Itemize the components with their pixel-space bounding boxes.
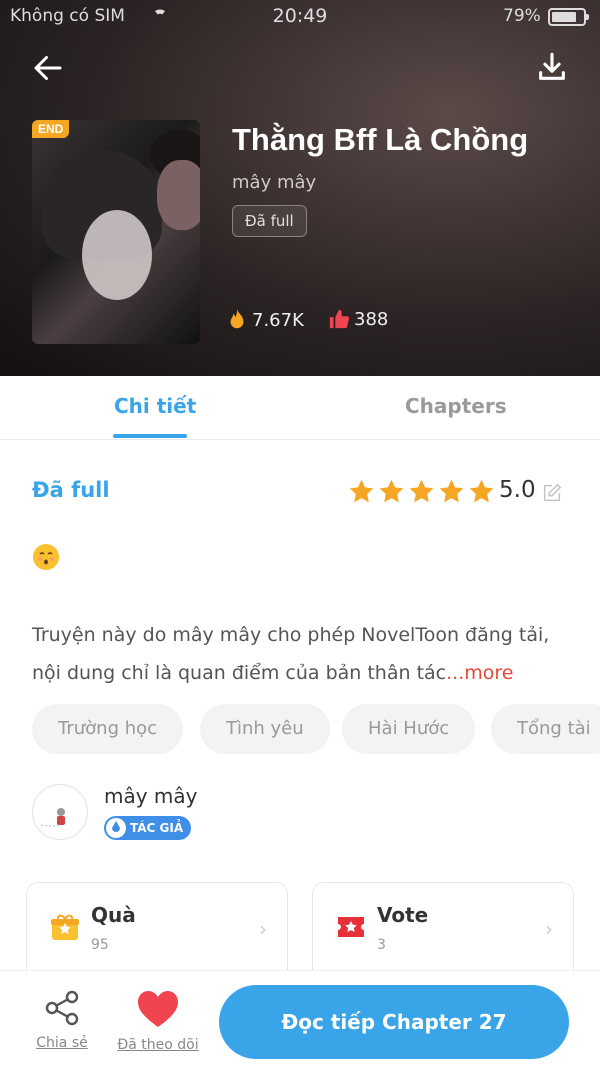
battery-percent: 79% — [503, 6, 541, 26]
gift-title: Quà — [91, 903, 136, 927]
share-label: Chia sẻ — [36, 1035, 88, 1051]
vote-count: 3 — [377, 937, 386, 953]
download-icon[interactable] — [535, 50, 569, 84]
book-description: Truyện này do mây mây cho phép NovelToon… — [32, 616, 572, 692]
pen-drop-icon — [106, 818, 126, 838]
follow-button[interactable]: Đã theo dõi — [114, 989, 202, 1053]
star-icon — [439, 479, 464, 503]
share-button[interactable]: Chia sẻ — [32, 989, 92, 1051]
back-arrow-icon[interactable] — [30, 50, 66, 86]
book-header: Không có SIM 20:49 79% END Thằng Bff Là … — [0, 0, 600, 376]
author-avatar[interactable] — [32, 784, 88, 840]
chevron-right-icon: › — [545, 917, 553, 941]
tab-details[interactable]: Chi tiết — [114, 394, 196, 418]
battery-icon — [548, 8, 589, 26]
author-name[interactable]: mây mây — [104, 784, 198, 808]
end-badge: END — [32, 120, 70, 138]
tag-comedy[interactable]: Hài Hước — [342, 704, 476, 754]
follow-label: Đã theo dõi — [117, 1037, 199, 1053]
book-title: Thằng Bff Là Chồng — [232, 122, 529, 157]
likes-count: 388 — [354, 308, 389, 330]
vote-card[interactable]: Vote 3 › — [312, 882, 574, 982]
views-stat: 7.67K — [226, 308, 304, 332]
completion-status: Đã full — [32, 478, 110, 502]
star-icon — [349, 479, 374, 503]
rating-stars[interactable] — [348, 478, 495, 505]
continue-reading-button[interactable]: Đọc tiếp Chapter 27 — [219, 985, 569, 1059]
tag-school[interactable]: Trường học — [32, 704, 184, 754]
tab-indicator — [113, 434, 187, 438]
tab-bar: Chi tiết Chapters — [0, 376, 600, 440]
views-count: 7.67K — [252, 309, 304, 331]
share-icon — [45, 990, 79, 1026]
vote-title: Vote — [377, 903, 429, 927]
vote-ticket-icon — [335, 911, 367, 943]
chevron-right-icon: › — [259, 917, 267, 941]
rating-value: 5.0 — [499, 477, 536, 503]
tag-love[interactable]: Tình yêu — [200, 704, 330, 754]
status-chip: Đã full — [232, 205, 307, 237]
author-badge-label: TÁC GIẢ — [130, 821, 184, 835]
heart-icon — [138, 991, 178, 1027]
star-icon — [469, 479, 494, 503]
star-icon — [379, 479, 404, 503]
thumbs-up-icon — [329, 309, 350, 329]
edit-rating-icon[interactable] — [541, 482, 563, 504]
bottom-action-bar: Chia sẻ Đã theo dõi Đọc tiếp Chapter 27 — [0, 970, 600, 1067]
book-cover[interactable] — [32, 120, 200, 344]
gift-card[interactable]: Quà 95 › — [26, 882, 288, 982]
gift-icon — [49, 911, 81, 943]
likes-stat: 388 — [328, 308, 388, 330]
fire-icon — [230, 309, 244, 329]
star-icon — [409, 479, 434, 503]
tab-chapters[interactable]: Chapters — [405, 394, 507, 418]
read-more-link[interactable]: ...more — [446, 662, 513, 684]
tag-ceo[interactable]: Tổng tài — [491, 704, 600, 754]
kissing-face-icon — [32, 543, 60, 571]
gift-count: 95 — [91, 937, 109, 953]
book-author[interactable]: mây mây — [232, 172, 316, 193]
author-badge: TÁC GIẢ — [104, 816, 192, 840]
status-bar: Không có SIM 20:49 79% — [0, 0, 600, 34]
